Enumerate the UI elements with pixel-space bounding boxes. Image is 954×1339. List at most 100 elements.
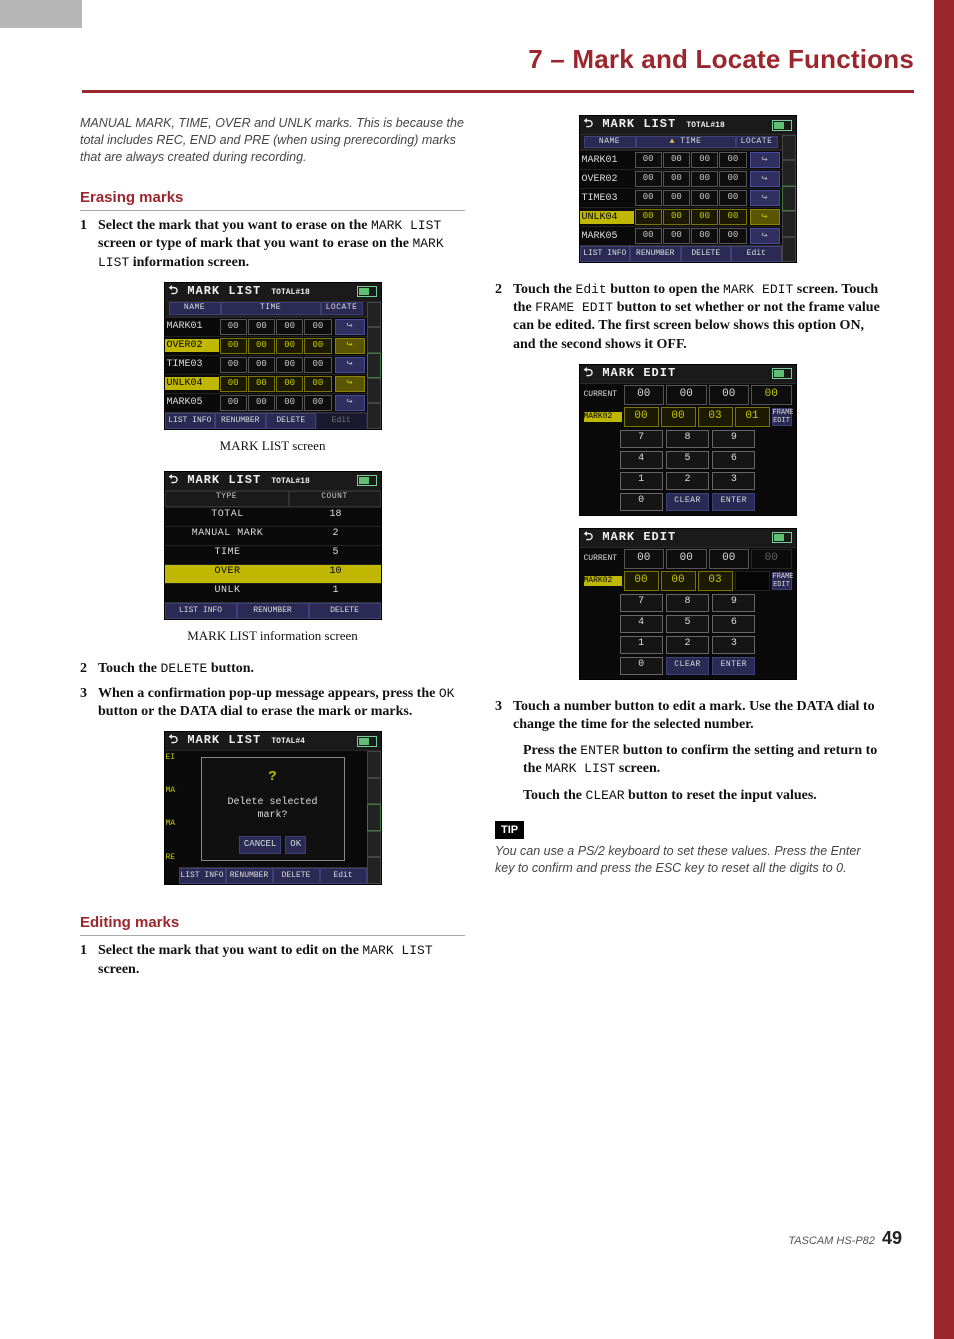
scrollbar[interactable]	[367, 751, 381, 884]
erase-step-3: 3 When a confirmation pop-up message app…	[80, 685, 465, 721]
key-6[interactable]: 6	[712, 615, 755, 633]
page-tab	[0, 0, 82, 28]
battery-icon	[772, 120, 792, 131]
locate-button[interactable]	[335, 357, 365, 373]
delete-button[interactable]: DELETE	[681, 246, 732, 262]
code: OK	[439, 686, 455, 701]
clear-button[interactable]: CLEAR	[666, 493, 709, 511]
erase-step-2: 2 Touch the DELETE button.	[80, 660, 465, 678]
key-7[interactable]: 7	[620, 594, 663, 612]
key-6[interactable]: 6	[712, 451, 755, 469]
lcd-total: TOTAL#18	[271, 288, 309, 297]
lcd-mark-edit-on: ⮌ MARK EDIT CURRENT00000000 MARK02000003…	[579, 364, 797, 516]
ok-button[interactable]: OK	[285, 836, 306, 854]
key-8[interactable]: 8	[666, 430, 709, 448]
edit-step-2: 2 Touch the Edit button to open the MARK…	[495, 281, 880, 354]
lcd-title: MARK LIST	[187, 473, 261, 487]
renumber-button[interactable]: RENUMBER	[226, 868, 273, 884]
row-name[interactable]: OVER02	[165, 339, 219, 352]
clear-button[interactable]: CLEAR	[666, 657, 709, 675]
edit-button[interactable]: Edit	[731, 246, 782, 262]
renumber-button[interactable]: RENUMBER	[630, 246, 681, 262]
renumber-button[interactable]: RENUMBER	[215, 413, 266, 429]
step-text: Select the mark that you want to erase o…	[98, 218, 371, 233]
battery-icon	[357, 286, 377, 297]
key-2[interactable]: 2	[666, 472, 709, 490]
edit-button[interactable]: Edit	[316, 413, 367, 429]
edit-button[interactable]: Edit	[320, 868, 367, 884]
mark-label: MARK02	[584, 412, 622, 422]
key-4[interactable]: 4	[620, 615, 663, 633]
key-5[interactable]: 5	[666, 451, 709, 469]
locate-button[interactable]	[335, 395, 365, 411]
locate-button[interactable]	[750, 209, 780, 225]
list-info-button[interactable]: LIST INFO	[580, 246, 631, 262]
page: 7 – Mark and Locate Functions MANUAL MAR…	[0, 0, 954, 1339]
footer-brand: TASCAM HS-P82	[788, 1235, 875, 1247]
list-info-button[interactable]: LIST INFO	[165, 603, 237, 619]
tip-text: You can use a PS/2 keyboard to set these…	[495, 843, 880, 877]
renumber-button[interactable]: RENUMBER	[237, 603, 309, 619]
battery-icon	[357, 475, 377, 486]
delete-button[interactable]: DELETE	[309, 603, 381, 619]
col-locate[interactable]: LOCATE	[321, 302, 363, 314]
locate-button[interactable]	[335, 376, 365, 392]
cancel-button[interactable]: CANCEL	[239, 836, 281, 854]
row-name[interactable]: UNLK04	[165, 377, 219, 390]
key-3[interactable]: 3	[712, 636, 755, 654]
delete-button[interactable]: DELETE	[266, 413, 317, 429]
info-row[interactable]: TOTAL	[165, 508, 291, 526]
enter-button[interactable]: ENTER	[712, 657, 755, 675]
col-time[interactable]: ▲ TIME	[636, 136, 736, 148]
scrollbar[interactable]	[367, 302, 381, 429]
col-time[interactable]: TIME	[221, 302, 321, 314]
battery-icon	[772, 368, 792, 379]
row-name[interactable]: TIME03	[165, 358, 219, 371]
left-column: MANUAL MARK, TIME, OVER and UNLK marks. …	[80, 115, 465, 985]
locate-button[interactable]	[750, 171, 780, 187]
key-8[interactable]: 8	[666, 594, 709, 612]
code: DELETE	[161, 661, 208, 676]
info-row[interactable]: MANUAL MARK	[165, 527, 291, 545]
delete-button[interactable]: DELETE	[273, 868, 320, 884]
scrollbar[interactable]	[782, 135, 796, 262]
locate-button[interactable]	[750, 152, 780, 168]
dialog-message: Delete selected mark?	[210, 796, 336, 822]
row-name[interactable]: MARK05	[165, 396, 219, 409]
locate-button[interactable]	[750, 190, 780, 206]
col-locate[interactable]: LOCATE	[736, 136, 778, 148]
lcd-mark-list: ⮌ MARK LIST TOTAL#18 NAME TIME LOCATE MA…	[164, 282, 382, 430]
key-7[interactable]: 7	[620, 430, 663, 448]
row-name[interactable]: MARK01	[165, 320, 219, 333]
key-4[interactable]: 4	[620, 451, 663, 469]
key-2[interactable]: 2	[666, 636, 709, 654]
info-row[interactable]: UNLK	[165, 584, 291, 602]
key-9[interactable]: 9	[712, 430, 755, 448]
key-5[interactable]: 5	[666, 615, 709, 633]
intro-note: MANUAL MARK, TIME, OVER and UNLK marks. …	[80, 115, 465, 166]
info-row[interactable]: TIME	[165, 546, 291, 564]
key-0[interactable]: 0	[620, 657, 663, 675]
col-name[interactable]: NAME	[584, 136, 636, 148]
locate-button[interactable]	[335, 319, 365, 335]
question-icon: ?	[210, 768, 336, 786]
key-1[interactable]: 1	[620, 472, 663, 490]
list-info-button[interactable]: LIST INFO	[165, 413, 216, 429]
key-1[interactable]: 1	[620, 636, 663, 654]
locate-button[interactable]	[750, 228, 780, 244]
step-text: screen.	[98, 962, 139, 977]
locate-button[interactable]	[335, 338, 365, 354]
key-3[interactable]: 3	[712, 472, 755, 490]
col-type: TYPE	[165, 491, 289, 507]
step-text: When a confirmation pop-up message appea…	[98, 686, 439, 701]
frame-edit-button[interactable]: FRAME EDIT	[772, 408, 792, 426]
col-name[interactable]: NAME	[169, 302, 221, 314]
edit-step-3: 3 Touch a number button to edit a mark. …	[495, 698, 880, 734]
key-9[interactable]: 9	[712, 594, 755, 612]
key-0[interactable]: 0	[620, 493, 663, 511]
frame-edit-button[interactable]: FRAME EDIT	[772, 572, 792, 590]
footer: TASCAM HS-P82 49	[788, 1228, 902, 1249]
enter-button[interactable]: ENTER	[712, 493, 755, 511]
list-info-button[interactable]: LIST INFO	[179, 868, 226, 884]
info-row[interactable]: OVER	[165, 565, 291, 583]
